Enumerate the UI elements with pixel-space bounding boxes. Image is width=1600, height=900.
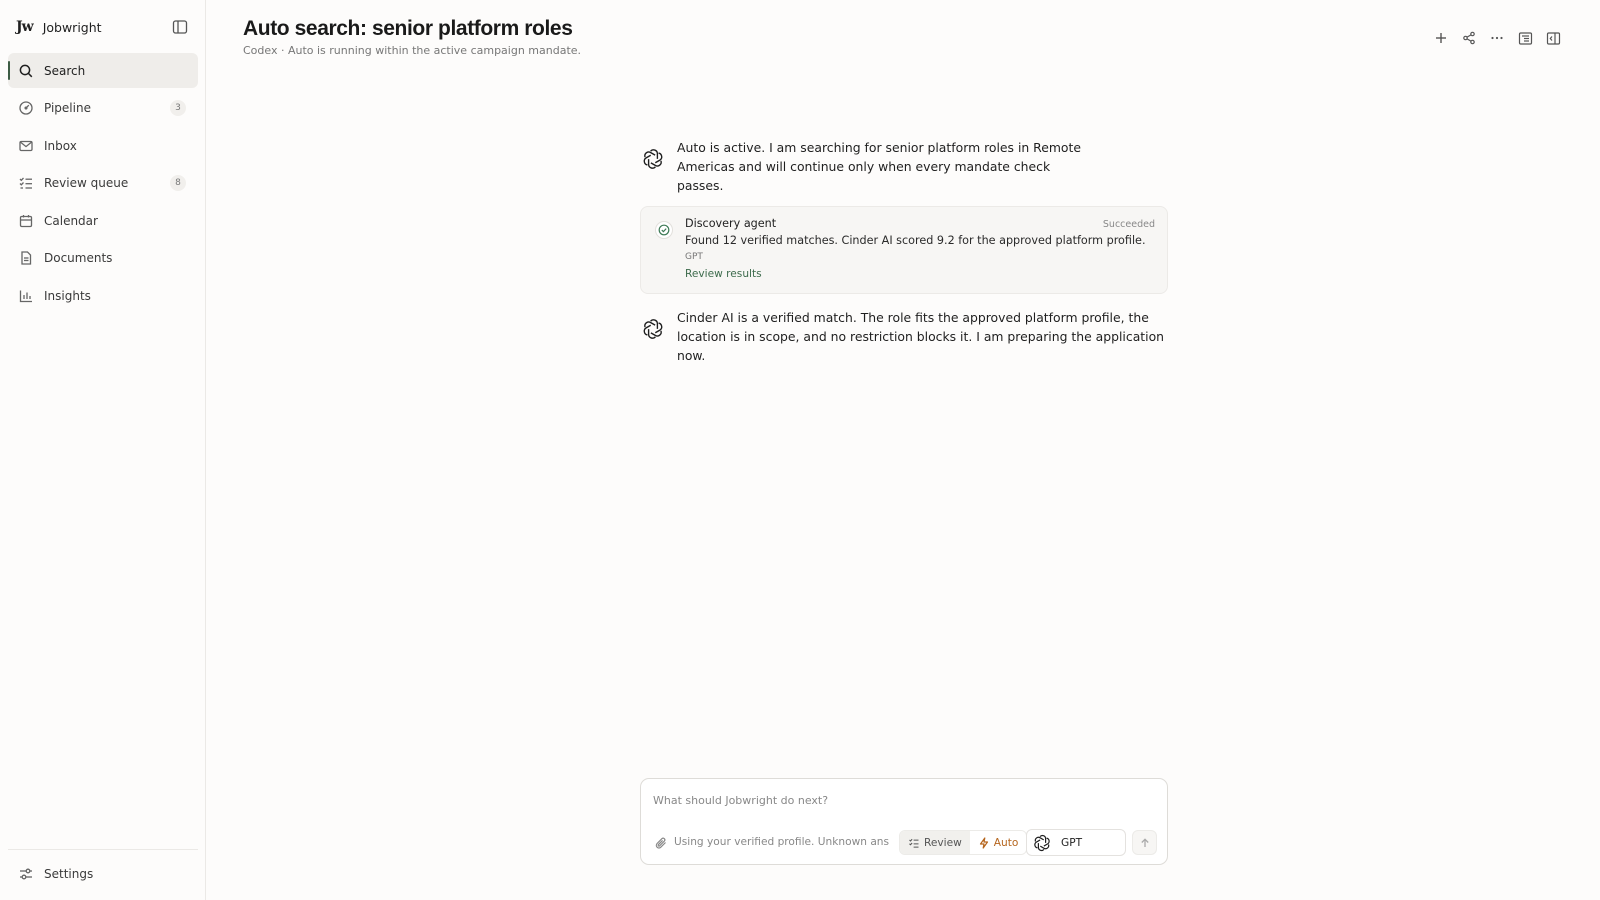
review-mode-button[interactable]: Review (900, 831, 970, 854)
review-mode-label: Review (924, 836, 962, 849)
settings-label: Settings (44, 867, 94, 881)
mail-icon (18, 138, 34, 154)
list-check-icon (909, 838, 919, 848)
composer: Using your verified profile. Unknown ans… (640, 778, 1168, 865)
sidebar-toggle-icon[interactable] (171, 18, 189, 36)
review-results-link[interactable]: Review results (685, 268, 762, 280)
auto-mode-button[interactable]: Auto (969, 831, 1027, 854)
sliders-icon (18, 866, 34, 882)
page-title: Auto search: senior platform roles (243, 17, 573, 40)
agent-model-label: GPT (685, 252, 703, 262)
sidebar-item-calendar[interactable]: Calendar (8, 203, 198, 238)
paperclip-icon[interactable] (654, 836, 668, 850)
gauge-icon (18, 100, 34, 116)
sidebar-item-label: Documents (44, 251, 113, 265)
new-icon[interactable] (1432, 29, 1450, 47)
sidebar-item-review-queue[interactable]: Review queue 8 (8, 166, 198, 201)
openai-logo-icon (642, 148, 664, 170)
agent-status-badge: Succeeded (1102, 219, 1155, 230)
sidebar-item-label: Review queue (44, 176, 129, 190)
page-subtitle: Codex · Auto is running within the activ… (243, 44, 582, 57)
message-text: Auto is active. I am searching for senio… (677, 140, 1081, 193)
pipeline-count-badge: 3 (170, 100, 186, 116)
agent-name: Discovery agent (685, 217, 777, 230)
header-actions (1432, 29, 1562, 47)
brand[interactable]: Jw Jobwright (16, 16, 102, 38)
document-icon (18, 250, 34, 266)
agent-description: Found 12 verified matches. Cinder AI sco… (685, 234, 1146, 247)
checklist-icon[interactable] (1516, 29, 1534, 47)
bar-chart-icon (18, 288, 34, 304)
brand-name: Jobwright (42, 19, 102, 35)
assistant-message: Auto is active. I am searching for senio… (640, 138, 1100, 195)
message-text: Cinder AI is a verified match. The role … (677, 310, 1165, 363)
list-check-icon (18, 175, 34, 191)
conversation: Auto is active. I am searching for senio… (640, 138, 1168, 365)
brand-logo: Jw (16, 19, 34, 35)
sidebar-item-label: Insights (44, 288, 91, 303)
auto-mode-label: Auto (993, 836, 1019, 849)
sidebar-item-settings[interactable]: Settings (8, 857, 198, 891)
agent-run-card: Discovery agent Succeeded Found 12 verif… (640, 206, 1168, 294)
sidebar-item-label: Search (44, 63, 86, 78)
sidebar-divider (8, 849, 198, 850)
mode-toggle: Review Auto (899, 830, 1028, 855)
calendar-icon (18, 213, 34, 229)
sidebar: Jw Jobwright Search Pipeline 3 Inbox Rev… (0, 0, 206, 900)
openai-logo-icon (642, 318, 664, 340)
model-label: GPT (1061, 836, 1083, 849)
more-icon[interactable] (1488, 29, 1506, 47)
sidebar-item-pipeline[interactable]: Pipeline 3 (8, 91, 198, 126)
assistant-message: Cinder AI is a verified match. The role … (640, 308, 1168, 365)
sidebar-item-documents[interactable]: Documents (8, 241, 198, 276)
sidebar-nav: Search Pipeline 3 Inbox Review queue 8 C… (8, 53, 198, 316)
search-icon (18, 63, 34, 79)
arrow-up-icon (1140, 837, 1149, 847)
sidebar-item-label: Pipeline (44, 101, 91, 115)
lightning-icon (979, 836, 988, 849)
profile-note: Using your verified profile. Unknown ans (674, 836, 889, 848)
sidebar-item-label: Inbox (44, 138, 77, 153)
panel-toggle-icon[interactable] (1544, 29, 1562, 47)
sidebar-item-insights[interactable]: Insights (8, 278, 198, 313)
sidebar-item-search[interactable]: Search (8, 53, 198, 88)
sidebar-item-label: Calendar (44, 213, 98, 228)
openai-logo-icon (1034, 834, 1050, 851)
review-queue-count-badge: 8 (170, 175, 186, 191)
share-icon[interactable] (1460, 29, 1478, 47)
sidebar-item-inbox[interactable]: Inbox (8, 128, 198, 163)
send-button[interactable] (1132, 830, 1157, 855)
check-circle-icon (655, 221, 673, 239)
prompt-input[interactable] (653, 790, 1153, 810)
model-selector[interactable]: GPT (1026, 829, 1126, 856)
